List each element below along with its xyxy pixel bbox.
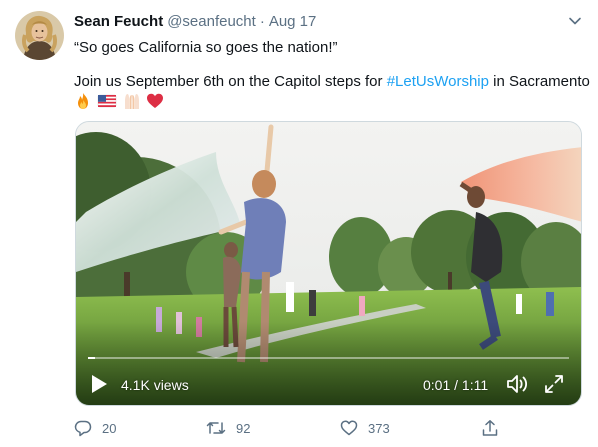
- volume-icon[interactable]: [506, 373, 530, 395]
- tweet-text-line-1: “So goes California so goes the nation!”: [74, 39, 338, 56]
- retweet-icon: [206, 422, 226, 434]
- tweet-header: Sean Feucht @seanfeucht · Aug 17: [74, 12, 316, 32]
- retweet-count: 92: [236, 420, 251, 436]
- author-name[interactable]: Sean Feucht: [74, 13, 163, 30]
- author-handle[interactable]: @seanfeucht: [167, 13, 256, 30]
- tweet-date[interactable]: Aug 17: [269, 13, 317, 30]
- hashtag-link[interactable]: #LetUsWorship: [387, 73, 489, 90]
- retweet-button[interactable]: 92: [206, 416, 250, 440]
- tweet-text-suffix: in Sacramento: [488, 73, 590, 90]
- video-player[interactable]: 4.1K views 0:01 / 1:11: [75, 121, 582, 406]
- reply-icon: [74, 420, 92, 437]
- video-frame: [76, 122, 581, 405]
- avatar[interactable]: [15, 11, 64, 60]
- chevron-down-icon[interactable]: [566, 12, 584, 30]
- heart-icon: [340, 420, 358, 436]
- like-button[interactable]: 373: [340, 416, 390, 440]
- share-icon: [482, 420, 498, 436]
- tweet-text-prefix: Join us September 6th on the Capitol ste…: [74, 73, 387, 90]
- progress-fill: [88, 357, 95, 359]
- play-icon[interactable]: [90, 374, 108, 394]
- header-separator: ·: [259, 13, 265, 30]
- like-count: 373: [368, 420, 390, 436]
- reply-button[interactable]: 20: [74, 416, 116, 440]
- view-count: 4.1K views: [121, 377, 189, 393]
- emoji-row: [74, 92, 165, 110]
- video-time: 0:01 / 1:11: [423, 377, 489, 393]
- action-bar: 20 92 373: [0, 416, 598, 440]
- tweet-text-line-2: Join us September 6th on the Capitol ste…: [74, 72, 594, 92]
- us-flag-icon: [98, 94, 117, 108]
- red-heart-icon: [147, 93, 164, 108]
- avatar-image: [15, 11, 64, 60]
- reply-count: 20: [102, 420, 117, 436]
- fullscreen-icon[interactable]: [544, 374, 564, 394]
- share-button[interactable]: [481, 416, 509, 440]
- progress-bar[interactable]: [88, 357, 569, 359]
- fire-icon: [78, 93, 88, 109]
- raised-hands-icon: [124, 94, 139, 109]
